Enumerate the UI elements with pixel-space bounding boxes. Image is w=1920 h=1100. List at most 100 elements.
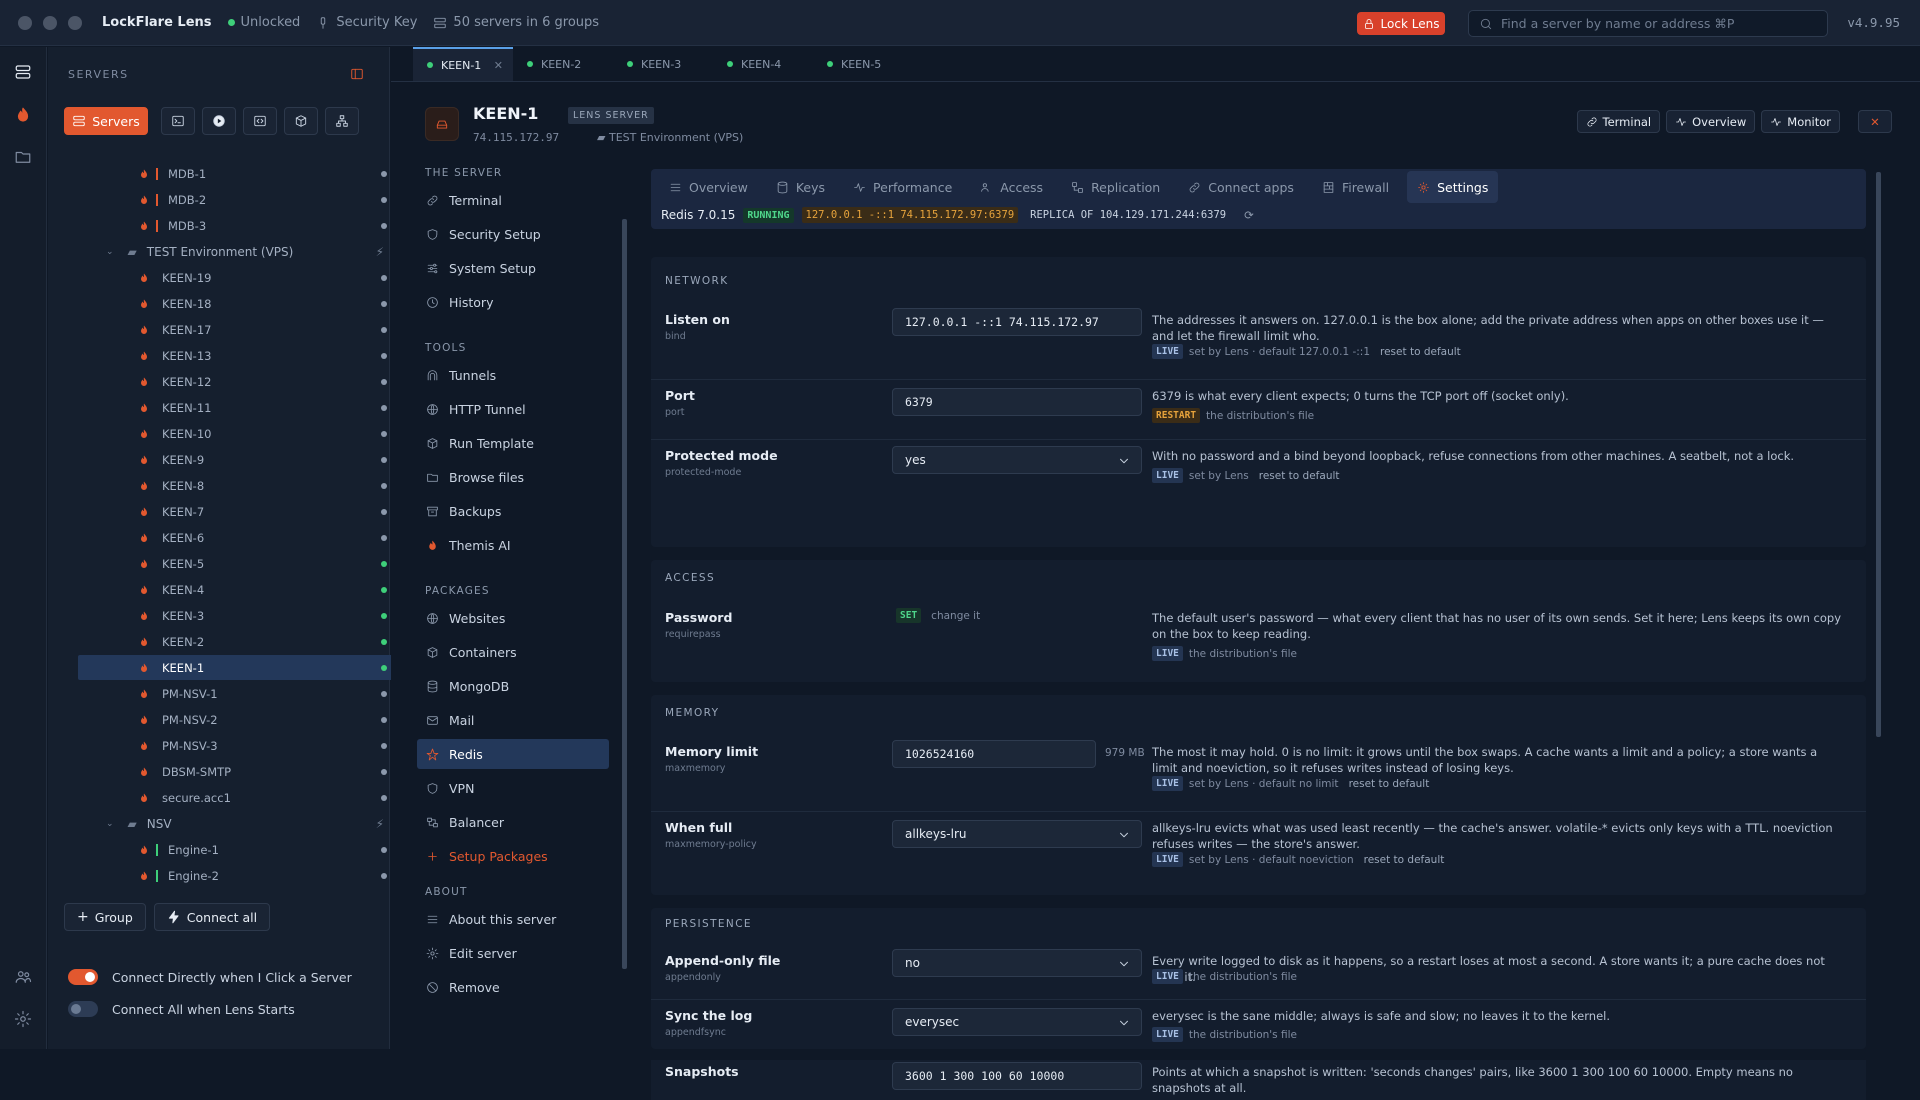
protected-mode-select[interactable]: yes [892,446,1142,474]
snapshots-input[interactable] [892,1062,1142,1090]
servers-rail-icon[interactable] [12,61,34,83]
chevron-down-icon[interactable]: ⌄ [106,819,114,829]
nav-item-backups[interactable]: Backups [417,496,609,526]
server-item[interactable]: KEEN-3 [78,603,402,628]
server-item[interactable]: KEEN-6 [78,525,402,550]
nav-item-websites[interactable]: Websites [417,603,609,633]
server-item[interactable]: KEEN-17 [78,317,402,342]
add-group-button[interactable]: + Group [64,903,146,931]
nav-item-mongodb[interactable]: MongoDB [417,671,609,701]
nav-item-themis-ai[interactable]: Themis AI [417,530,609,560]
reset-default-link[interactable]: reset to default [1380,346,1461,358]
close-tab-icon[interactable]: ✕ [494,59,503,72]
maxmemory-policy-select[interactable]: allkeys-lru [892,820,1142,848]
server-item[interactable]: MDB-1 [78,161,402,186]
terminal-button[interactable]: Terminal [1576,110,1661,133]
tab-keen-4[interactable]: KEEN-4 [713,47,813,81]
window-zoom-button[interactable] [68,15,82,30]
reset-default-link[interactable]: reset to default [1259,470,1340,482]
nav-item-browse-files[interactable]: Browse files [417,462,609,492]
server-group[interactable]: ⌄ ▰ TEST Environment (VPS) ⚡ [78,239,402,264]
nav-item-edit-server[interactable]: Edit server [417,938,609,968]
tab-performance[interactable]: Performance [843,171,962,203]
tab-keen-1[interactable]: KEEN-1 ✕ [413,47,513,81]
nav-item-remove[interactable]: Remove [417,972,609,1002]
nav-item-tunnels[interactable]: Tunnels [417,360,609,390]
server-item[interactable]: KEEN-5 [78,551,402,576]
maxmemory-input[interactable] [892,740,1096,768]
server-item[interactable]: DBSM-SMTP [78,759,402,784]
gear-rail-icon[interactable] [12,1008,34,1030]
chevron-down-icon[interactable]: ⌄ [106,247,114,257]
tab-access[interactable]: Access [970,171,1053,203]
nav-item-security-setup[interactable]: Security Setup [417,219,609,249]
bolt-icon[interactable]: ⚡ [376,817,384,831]
code-view-button[interactable] [243,107,277,135]
server-item[interactable]: KEEN-19 [78,265,402,290]
tab-firewall[interactable]: Firewall [1312,171,1399,203]
users-rail-icon[interactable] [12,966,34,988]
reset-default-link[interactable]: reset to default [1349,778,1430,790]
refresh-icon[interactable]: ⟳ [1244,208,1254,222]
server-item[interactable]: PM-NSV-2 [78,707,402,732]
server-item[interactable]: KEEN-12 [78,369,402,394]
tab-replication[interactable]: Replication [1061,171,1170,203]
close-server-button[interactable]: ✕ [1858,110,1892,133]
server-item[interactable]: KEEN-9 [78,447,402,472]
settings-scrollbar[interactable] [1876,172,1881,737]
server-item[interactable]: KEEN-11 [78,395,402,420]
network-view-button[interactable] [325,107,359,135]
bind-input[interactable] [892,308,1142,336]
tab-keen-5[interactable]: KEEN-5 [813,47,913,81]
appendfsync-select[interactable]: everysec [892,1008,1142,1036]
server-item[interactable]: secure.acc1 [78,785,402,810]
server-item[interactable]: KEEN-7 [78,499,402,524]
nav-item-about-this-server[interactable]: About this server [417,904,609,934]
lock-lens-button[interactable]: Lock Lens [1357,12,1445,35]
tab-connect-apps[interactable]: Connect apps [1178,171,1304,203]
folder-rail-icon[interactable] [12,146,34,168]
nav-item-containers[interactable]: Containers [417,637,609,667]
overview-button[interactable]: Overview [1666,110,1756,133]
package-view-button[interactable] [284,107,318,135]
nav-item-mail[interactable]: Mail [417,705,609,735]
nav-item-balancer[interactable]: Balancer [417,807,609,837]
flame-rail-icon[interactable] [12,104,34,126]
server-item[interactable]: KEEN-8 [78,473,402,498]
nav-item-setup-packages[interactable]: Setup Packages [417,841,609,871]
bolt-icon[interactable]: ⚡ [376,245,384,259]
nav-item-vpn[interactable]: VPN [417,773,609,803]
port-input[interactable] [892,388,1142,416]
nav-item-redis[interactable]: Redis [417,739,609,769]
window-close-button[interactable] [18,15,32,30]
server-search[interactable] [1468,10,1828,37]
tab-overview[interactable]: Overview [659,171,758,203]
server-item[interactable]: KEEN-2 [78,629,402,654]
server-item[interactable]: PM-NSV-1 [78,681,402,706]
monitor-button[interactable]: Monitor [1761,110,1840,133]
servers-view-button[interactable]: Servers [64,107,148,135]
server-group[interactable]: ⌄ ▰ NSV ⚡ [78,811,402,836]
tab-keys[interactable]: Keys [766,171,835,203]
play-view-button[interactable] [202,107,236,135]
server-item[interactable]: Engine-2 [78,863,402,888]
nav-item-terminal[interactable]: Terminal [417,185,609,215]
nav-item-run-template[interactable]: Run Template [417,428,609,458]
server-item[interactable]: MDB-3 [78,213,402,238]
tab-keen-2[interactable]: KEEN-2 [513,47,613,81]
server-item[interactable]: Engine-1 [78,837,402,862]
nav-item-history[interactable]: History [417,287,609,317]
change-password-link[interactable]: change it [931,610,980,622]
terminal-view-button[interactable] [161,107,195,135]
tab-keen-3[interactable]: KEEN-3 [613,47,713,81]
server-item[interactable]: MDB-2 [78,187,402,212]
server-item[interactable]: KEEN-13 [78,343,402,368]
server-search-input[interactable] [1501,16,1821,31]
sidebar-toggle-icon[interactable] [350,66,364,81]
window-minimize-button[interactable] [43,15,57,30]
server-item[interactable]: KEEN-10 [78,421,402,446]
server-item[interactable]: KEEN-18 [78,291,402,316]
nav-item-system-setup[interactable]: System Setup [417,253,609,283]
nav-scrollbar[interactable] [622,219,627,969]
reset-default-link[interactable]: reset to default [1364,854,1445,866]
